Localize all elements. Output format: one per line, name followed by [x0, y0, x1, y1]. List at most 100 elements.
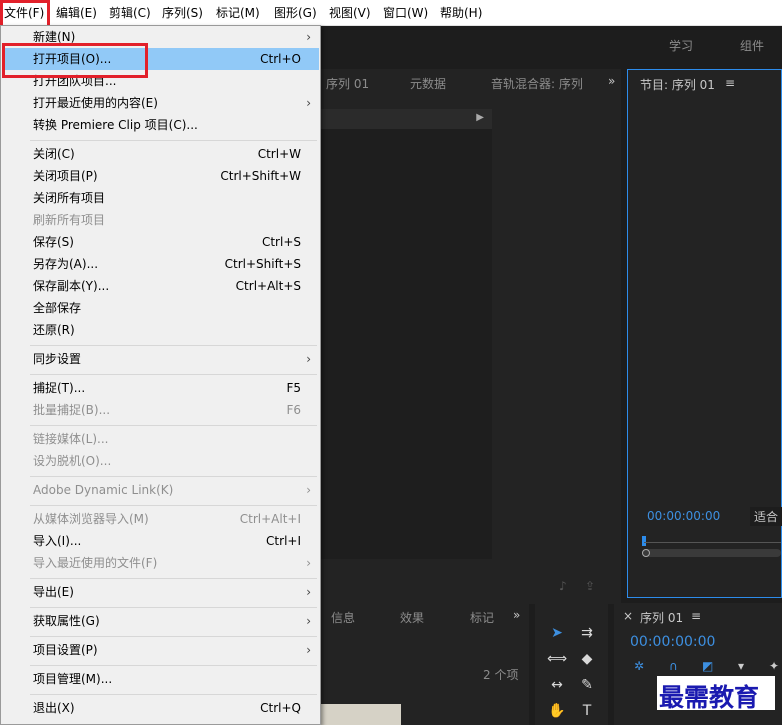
pen-tool-icon[interactable]: ✎: [577, 675, 597, 695]
menu-item-close-project[interactable]: 关闭项目(P) Ctrl+Shift+W: [2, 165, 319, 187]
submenu-arrow-icon: ›: [306, 352, 311, 366]
menu-separator: [30, 425, 317, 426]
more-tabs-icon[interactable]: »: [608, 74, 615, 88]
play-triangle-icon[interactable]: ▶: [476, 112, 484, 123]
project-panel: 信息 效果 标记 » 2 个项: [321, 603, 529, 725]
program-title: 节目: 序列 01: [640, 78, 715, 92]
timeline-timecode[interactable]: 00:00:00:00: [630, 634, 715, 650]
fit-dropdown[interactable]: 适合: [750, 507, 782, 526]
menu-separator: [30, 505, 317, 506]
submenu-arrow-icon: ›: [306, 96, 311, 110]
timeline-menu-icon[interactable]: ≡: [691, 609, 701, 623]
workspace-assembly-tab[interactable]: 组件: [740, 37, 764, 54]
menu-item-sync-settings[interactable]: 同步设置 ›: [2, 348, 319, 370]
submenu-arrow-icon: ›: [306, 585, 311, 599]
watermark-box: 最需教育: [657, 676, 775, 712]
track-select-tool-icon[interactable]: ⇉: [577, 623, 597, 643]
add-marker-icon[interactable]: ▾: [738, 659, 744, 673]
tab-metadata[interactable]: 元数据: [410, 75, 446, 92]
menu-separator: [30, 578, 317, 579]
workspace-learn-tab[interactable]: 学习: [669, 37, 693, 54]
export-icon[interactable]: ⇪: [585, 579, 595, 593]
tab-effects[interactable]: 效果: [400, 609, 424, 626]
menu-marker[interactable]: 标记(M): [216, 0, 260, 25]
submenu-arrow-icon: ›: [306, 643, 311, 657]
menu-separator: [30, 345, 317, 346]
menu-view[interactable]: 视图(V): [329, 0, 371, 25]
type-tool-icon[interactable]: T: [577, 701, 597, 721]
timeline-close-icon[interactable]: ×: [623, 609, 633, 623]
submenu-arrow-icon: ›: [306, 483, 311, 497]
menu-item-save-copy[interactable]: 保存副本(Y)... Ctrl+Alt+S: [2, 275, 319, 297]
tab-sequence-01[interactable]: 序列 01: [326, 75, 369, 92]
menu-item-save-as[interactable]: 另存为(A)... Ctrl+Shift+S: [2, 253, 319, 275]
linked-selection-icon[interactable]: ◩: [702, 659, 713, 673]
selection-tool-icon[interactable]: ➤: [547, 623, 567, 643]
file-dropdown-menu: 新建(N) › 打开项目(O)... Ctrl+O 打开团队项目... 打开最近使用…: [0, 25, 321, 725]
menu-item-link-media: 链接媒体(L)...: [33, 432, 109, 446]
tools-panel: ➤ ⇉ ⟺ ◆ ↔ ✎ ✋ T: [535, 603, 608, 725]
ripple-edit-tool-icon[interactable]: ⟺: [547, 649, 567, 669]
playhead-marker[interactable]: [642, 536, 646, 546]
menu-window[interactable]: 窗口(W): [383, 0, 428, 25]
menu-item-refresh-all: 刷新所有项目: [33, 213, 106, 227]
menu-item-make-offline: 设为脱机(O)...: [33, 454, 112, 468]
item-count: 2 个项: [483, 668, 519, 682]
program-monitor-panel: 节目: 序列 01 ≡ 00:00:00:00 适合: [627, 69, 782, 598]
submenu-arrow-icon: ›: [306, 556, 311, 570]
menu-item-capture[interactable]: 捕捉(T)... F5: [2, 377, 319, 399]
razor-tool-icon[interactable]: ◆: [577, 649, 597, 669]
menu-item-import[interactable]: 导入(I)... Ctrl+I: [2, 530, 319, 552]
source-strip: ▶: [321, 109, 492, 129]
slip-tool-icon[interactable]: ↔: [547, 675, 567, 695]
menu-item-open-recent[interactable]: 打开最近使用的内容(E) ›: [2, 92, 319, 114]
open-project-highlight-box: [2, 43, 148, 78]
menu-help[interactable]: 帮助(H): [440, 0, 482, 25]
audio-icon[interactable]: ♪: [559, 579, 567, 593]
snap-magnet-icon[interactable]: ∩: [669, 659, 678, 673]
program-ruler: [644, 542, 781, 543]
tab-markers[interactable]: 标记: [470, 609, 494, 626]
menu-item-import-recent: 导入最近使用的文件(F) ›: [2, 552, 319, 574]
tab-audio-mixer[interactable]: 音轨混合器: 序列: [491, 75, 587, 92]
menu-bar: 文件(F) 编辑(E) 剪辑(C) 序列(S) 标记(M) 图形(G) 视图(V…: [0, 0, 782, 26]
menu-separator: [30, 694, 317, 695]
timeline-title[interactable]: 序列 01: [640, 609, 683, 626]
file-menu-highlight-box: [0, 0, 50, 28]
source-monitor-area: [321, 129, 492, 559]
menu-clip[interactable]: 剪辑(C): [109, 0, 151, 25]
menu-item-import-from-browser: 从媒体浏览器导入(M) Ctrl+Alt+I: [33, 512, 301, 526]
menu-separator: [30, 607, 317, 608]
submenu-arrow-icon: ›: [306, 30, 311, 44]
menu-item-project-manager[interactable]: 项目管理(M)...: [2, 668, 319, 690]
project-more-tabs-icon[interactable]: »: [513, 608, 520, 622]
menu-edit[interactable]: 编辑(E): [56, 0, 97, 25]
menu-item-close[interactable]: 关闭(C) Ctrl+W: [2, 143, 319, 165]
program-menu-icon[interactable]: ≡: [725, 76, 735, 90]
menu-item-save[interactable]: 保存(S) Ctrl+S: [2, 231, 319, 253]
wrench-icon[interactable]: ✦: [769, 659, 779, 673]
menu-item-convert-clip[interactable]: 转换 Premiere Clip 项目(C)...: [2, 114, 319, 136]
source-panel: 序列 01 元数据 音轨混合器: 序列 » ▶ ♪ ⇪: [321, 69, 621, 604]
watermark: 最需教育: [659, 683, 760, 712]
menu-item-project-settings[interactable]: 项目设置(P) ›: [2, 639, 319, 661]
media-thumbnail[interactable]: [321, 704, 401, 725]
zoom-handle[interactable]: [642, 549, 650, 557]
tab-info[interactable]: 信息: [331, 609, 355, 626]
menu-item-dynamic-link: Adobe Dynamic Link(K) ›: [2, 479, 319, 501]
menu-separator: [30, 374, 317, 375]
menu-item-get-properties[interactable]: 获取属性(G) ›: [2, 610, 319, 632]
menu-item-revert[interactable]: 还原(R): [2, 319, 319, 341]
menu-item-save-all[interactable]: 全部保存: [2, 297, 319, 319]
nest-icon[interactable]: ✲: [634, 659, 644, 673]
menu-sequence[interactable]: 序列(S): [162, 0, 203, 25]
menu-separator: [30, 140, 317, 141]
menu-item-export[interactable]: 导出(E) ›: [2, 581, 319, 603]
menu-graphics[interactable]: 图形(G): [274, 0, 317, 25]
hand-tool-icon[interactable]: ✋: [547, 701, 567, 721]
zoom-scrollbar[interactable]: [642, 549, 781, 557]
program-timecode[interactable]: 00:00:00:00: [647, 509, 720, 523]
menu-separator: [30, 476, 317, 477]
menu-item-exit[interactable]: 退出(X) Ctrl+Q: [2, 697, 319, 719]
menu-item-close-all[interactable]: 关闭所有项目: [2, 187, 319, 209]
